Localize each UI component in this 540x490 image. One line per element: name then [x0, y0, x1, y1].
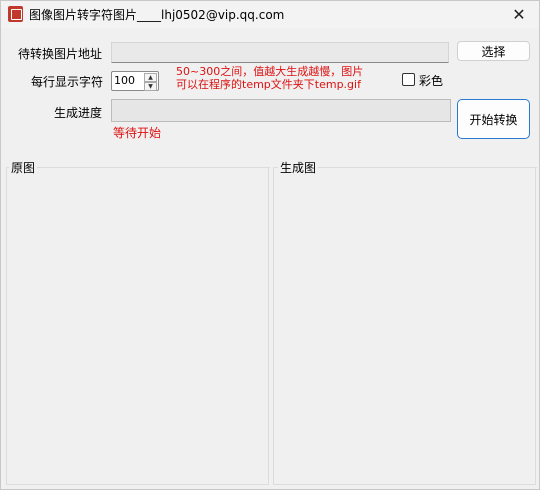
chars-hint-line2: 可以在程序的temp文件夹下temp.gif — [176, 78, 361, 91]
color-label[interactable]: 彩色 — [419, 72, 443, 89]
original-panel-title: 原图 — [9, 159, 38, 176]
close-button[interactable]: ✕ — [499, 1, 539, 28]
app-icon — [8, 6, 23, 22]
color-checkbox[interactable] — [402, 73, 415, 86]
chars-hint-line1: 50~300之间，值越大生成越慢，图片 — [176, 65, 364, 78]
title-bar: 图像图片转字符图片____lhj0502@vip.qq.com ✕ — [1, 1, 539, 28]
arrow-down-icon[interactable]: ▼ — [144, 82, 157, 91]
chars-stepper-value[interactable]: 100 — [114, 74, 135, 87]
arrow-up-icon[interactable]: ▲ — [144, 73, 157, 82]
generated-image-panel — [273, 167, 537, 485]
progress-bar — [111, 99, 451, 122]
start-button[interactable]: 开始转换 — [457, 99, 530, 139]
browse-button[interactable]: 选择 — [457, 41, 530, 61]
generated-panel-title: 生成图 — [278, 159, 319, 176]
progress-label: 生成进度 — [54, 106, 103, 120]
path-label: 待转换图片地址 — [18, 47, 103, 61]
path-input[interactable] — [111, 42, 449, 63]
chars-stepper[interactable]: 100 ▲ ▼ — [111, 71, 159, 91]
original-image-panel — [6, 167, 270, 485]
chars-hint: 50~300之间，值越大生成越慢，图片 可以在程序的temp文件夹下temp.g… — [176, 65, 363, 91]
close-icon: ✕ — [512, 5, 526, 24]
status-text: 等待开始 — [113, 126, 162, 140]
main-window: 图像图片转字符图片____lhj0502@vip.qq.com ✕ 待转换图片地… — [0, 0, 540, 490]
window-title: 图像图片转字符图片____lhj0502@vip.qq.com — [29, 8, 285, 22]
chars-label: 每行显示字符 — [31, 75, 104, 89]
